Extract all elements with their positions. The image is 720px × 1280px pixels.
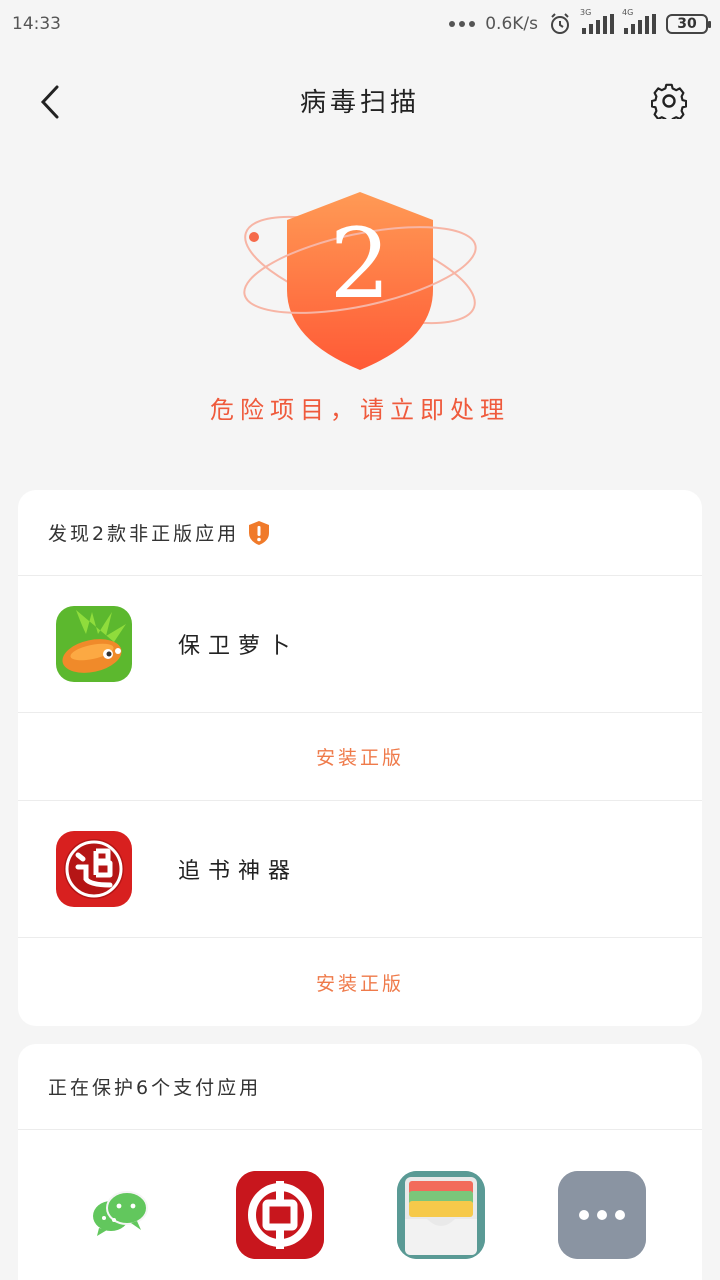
app-name: 追书神器: [178, 859, 299, 884]
page-title: 病毒扫描: [299, 88, 420, 118]
bank-of-china-icon[interactable]: [235, 1171, 324, 1259]
battery-level: 30: [677, 16, 697, 32]
payment-apps-row: [18, 1130, 702, 1280]
battery-icon: 30: [666, 14, 711, 34]
header: 病毒扫描: [0, 60, 720, 140]
gear-icon: [651, 83, 687, 119]
install-genuine-button[interactable]: 安装正版: [18, 938, 702, 1026]
payment-protection-header: 正在保护6个支付应用: [18, 1044, 702, 1130]
threat-count: 2: [329, 208, 391, 320]
list-item[interactable]: 保卫萝卜: [18, 576, 702, 713]
more-apps-icon[interactable]: [557, 1171, 646, 1259]
more-dots-icon: [449, 21, 476, 27]
status-bar: 14:33 0.6K/s 3G 4G 30: [0, 0, 720, 48]
network-speed: 0.6K/s: [485, 14, 538, 34]
wechat-icon[interactable]: [75, 1171, 163, 1259]
app-name: 保卫萝卜: [178, 634, 299, 659]
pirated-apps-card: 发现2款非正版应用 保卫萝卜 安装正版 追书神器 安装正版: [18, 490, 702, 1026]
warning-shield-icon: [247, 520, 271, 546]
settings-button[interactable]: [648, 80, 690, 122]
wallet-icon[interactable]: [396, 1171, 485, 1259]
zhuishu-app-icon: [56, 831, 132, 907]
scan-result-hero: 2 危险项目，请立即处理: [0, 180, 720, 430]
status-time: 14:33: [12, 14, 61, 34]
alarm-icon: [551, 13, 569, 34]
status-icons: 0.6K/s 3G 4G 30: [449, 8, 711, 36]
pirated-apps-title: 发现2款非正版应用: [48, 523, 240, 545]
signal-3g-icon: 3G: [580, 8, 614, 34]
pirated-apps-header: 发现2款非正版应用: [18, 490, 702, 576]
signal-4g-icon: 4G: [622, 8, 656, 34]
threat-message: 危险项目，请立即处理: [210, 396, 510, 424]
list-item[interactable]: 追书神器: [18, 801, 702, 938]
payment-protection-card: 正在保护6个支付应用: [18, 1044, 702, 1280]
payment-protection-title: 正在保护6个支付应用: [48, 1077, 262, 1099]
install-genuine-button[interactable]: 安装正版: [18, 713, 702, 801]
carrot-app-icon: [56, 606, 132, 682]
